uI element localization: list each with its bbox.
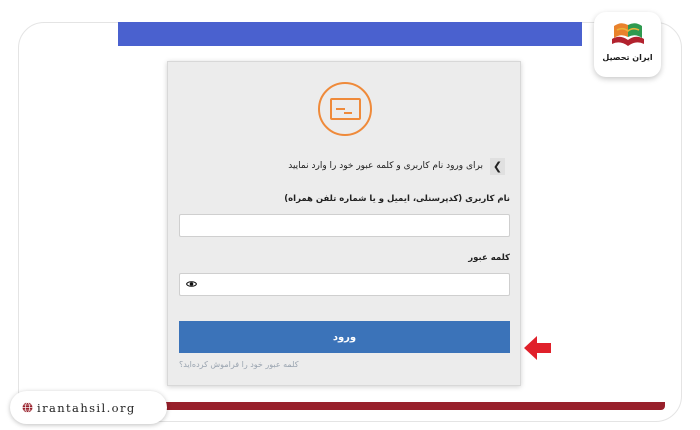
- arrow-left-icon: [524, 336, 551, 360]
- header-bar: [118, 22, 582, 46]
- globe-icon: [22, 402, 33, 413]
- card-icon: [318, 82, 372, 136]
- login-prompt: برای ورود نام کاربری و کلمه عبور خود را …: [288, 161, 483, 171]
- username-label: نام کاربری (کدپرسنلی، ایمیل و یا شماره ت…: [284, 194, 510, 204]
- brand-logo: ایران تحصیل: [594, 12, 661, 77]
- username-input[interactable]: [179, 214, 510, 237]
- password-label: کلمه عبور: [468, 253, 510, 263]
- password-input[interactable]: [179, 273, 510, 296]
- chevron-left-icon[interactable]: ❮: [490, 158, 505, 175]
- book-icon: [612, 23, 644, 46]
- login-button[interactable]: ورود: [179, 321, 510, 353]
- footer-line: [160, 402, 665, 410]
- website-url: irantahsil.org: [37, 400, 136, 415]
- login-card: ❮ برای ورود نام کاربری و کلمه عبور خود ر…: [167, 61, 521, 386]
- eye-icon[interactable]: [186, 280, 197, 288]
- website-badge: irantahsil.org: [10, 391, 167, 424]
- forgot-password-link[interactable]: کلمه عبور خود را فراموش کرده‌اید؟: [179, 360, 299, 369]
- brand-name: ایران تحصیل: [602, 53, 653, 62]
